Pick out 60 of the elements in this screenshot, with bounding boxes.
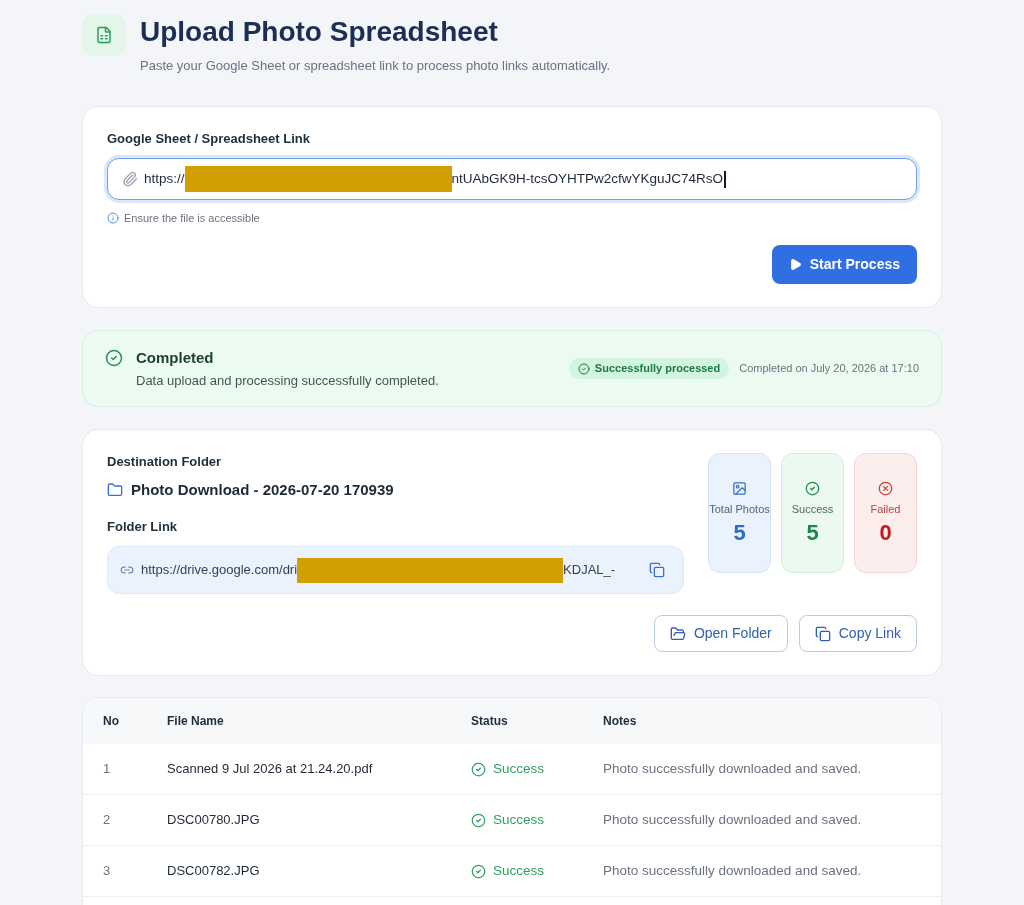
page-title: Upload Photo Spreadsheet — [140, 15, 499, 49]
stat-label: Success — [791, 501, 834, 517]
status-title: Completed — [136, 347, 215, 368]
open-folder-icon — [669, 625, 686, 642]
section-label: Destination Folder — [107, 453, 223, 471]
paperclip-icon — [122, 171, 138, 187]
copy-icon[interactable] — [649, 562, 665, 578]
check-circle-icon — [805, 480, 820, 496]
column-header: Notes — [603, 713, 638, 730]
column-header: File Name — [167, 713, 225, 730]
status-text: Success — [493, 759, 545, 778]
file-name-cell-text: DSC00782.JPG — [167, 862, 261, 881]
folder-icon — [107, 482, 123, 498]
column-header: Status — [471, 713, 509, 730]
completion-time: Completed on July 20, 2026 at 17:10 — [739, 361, 919, 377]
notes-cell-text: Photo successfully downloaded and saved. — [603, 810, 863, 829]
stat-value: 5 — [733, 519, 746, 546]
stat-label: Failed — [870, 501, 901, 517]
url-text: https:// — [144, 169, 185, 188]
row-number: 3 — [103, 862, 112, 881]
stat-label: Total Photos — [709, 501, 770, 517]
section-label: Folder Link — [107, 518, 179, 536]
check-circle-icon — [471, 761, 486, 777]
check-circle-icon — [471, 863, 486, 879]
play-icon — [788, 258, 802, 271]
status-text: Success — [493, 810, 545, 829]
link-input[interactable]: https:// ntUAbGK9H-tcsOYHTPw2cfwYKguJC74RsO — [107, 158, 917, 200]
page-subtitle: Paste your Google Sheet or spreadsheet link to process photo links automatically. — [140, 57, 611, 75]
notes-cell-text: Photo successfully downloaded and saved. — [603, 861, 863, 880]
link-icon — [120, 563, 134, 577]
folder-name: Photo Download - 2026-07-20 170939 — [131, 480, 394, 500]
check-circle-icon — [471, 812, 486, 828]
image-icon — [732, 480, 747, 496]
status-message: Data upload and processing successfully completed. — [136, 371, 439, 390]
copy-icon — [814, 625, 831, 642]
x-circle-icon — [878, 480, 893, 496]
url-text: ntUAbGK9H-tcsOYHTPw2cfwYKguJC74RsO — [451, 169, 724, 188]
spreadsheet-icon — [82, 14, 126, 56]
check-circle-icon — [577, 362, 590, 375]
check-circle-icon — [105, 348, 123, 367]
folder-link-field[interactable]: https://drive.google.com/dri KDJAL_- — [107, 546, 684, 594]
open-folder-button[interactable]: Open Folder — [653, 615, 788, 652]
notes-cell-text: Photo successfully downloaded and saved. — [603, 759, 863, 778]
start-process-button[interactable]: Start Process — [771, 245, 917, 284]
row-number: 1 — [103, 760, 112, 779]
row-number: 2 — [103, 811, 112, 830]
field-label: Google Sheet / Spreadsheet Link — [107, 130, 311, 148]
info-icon — [107, 212, 119, 224]
copy-link-button[interactable]: Copy Link — [798, 615, 917, 652]
url-text: https://drive.google.com/dri — [141, 561, 298, 580]
column-header: No — [103, 713, 120, 730]
badge-text: Successfully processed — [594, 361, 721, 377]
file-name-cell-text: Scanned 9 Jul 2026 at 21.24.20.pdf — [167, 760, 374, 779]
stat-value: 0 — [879, 519, 892, 546]
url-text: KDJAL_- — [563, 561, 616, 580]
text-cursor — [724, 170, 726, 188]
stat-value: 5 — [806, 519, 819, 546]
status-text: Success — [493, 861, 545, 880]
field-hint: Ensure the file is accessible — [124, 211, 260, 226]
file-name-cell-text: DSC00780.JPG — [167, 811, 261, 830]
